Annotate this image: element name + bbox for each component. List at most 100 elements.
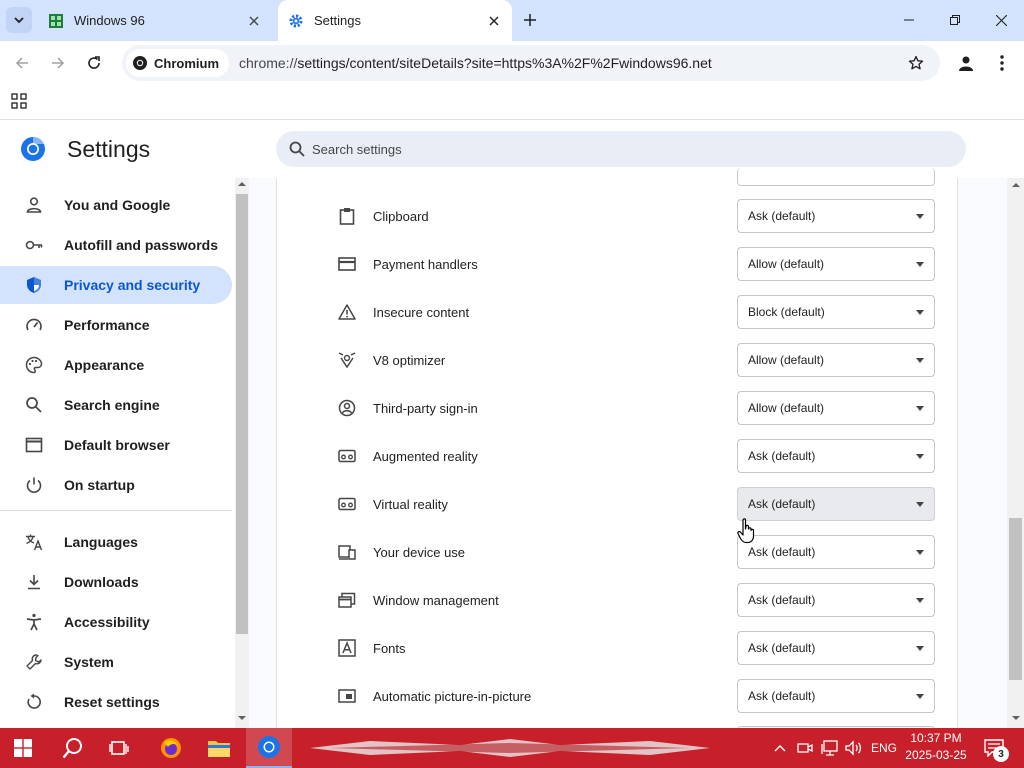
search-icon: [24, 395, 44, 415]
maximize-button[interactable]: [932, 0, 978, 40]
back-button[interactable]: [8, 49, 36, 77]
palette-icon: [24, 355, 44, 375]
permission-select[interactable]: Block (default): [737, 295, 935, 329]
close-tab-button[interactable]: [484, 11, 504, 31]
sidebar-item-you-and-google[interactable]: You and Google: [0, 186, 232, 224]
permission-label: Your device use: [373, 544, 466, 560]
sidebar-scrollbar-thumb[interactable]: [236, 194, 248, 634]
language-indicator[interactable]: ENG: [871, 728, 897, 768]
scroll-up-arrow-icon[interactable]: [1011, 182, 1021, 188]
permission-row-v8-optimizer: V8 optimizer Allow (default): [277, 336, 957, 384]
chromium-logo-icon: [21, 136, 45, 161]
permission-select[interactable]: Ask (default): [737, 583, 935, 617]
windows96-favicon: [48, 13, 64, 29]
sidebar-item-performance[interactable]: Performance: [0, 306, 232, 344]
volume-icon[interactable]: [844, 728, 864, 768]
browser-toolbar: Chromium chrome://settings/content/siteD…: [0, 41, 1024, 85]
show-hidden-icons-button[interactable]: [771, 728, 789, 768]
sidebar-item-privacy[interactable]: Privacy and security: [0, 266, 232, 304]
sidebar-item-languages[interactable]: Languages: [0, 523, 232, 561]
arrow-right-icon: [52, 57, 65, 69]
sidebar-item-search-engine[interactable]: Search engine: [0, 386, 232, 424]
chromium-icon: [133, 56, 147, 70]
sidebar-item-appearance[interactable]: Appearance: [0, 346, 232, 384]
permission-select[interactable]: Ask (default): [737, 487, 935, 521]
permission-select[interactable]: Allow (default): [737, 391, 935, 425]
close-window-button[interactable]: [978, 0, 1024, 40]
permission-row-third-party-sign-in: Third-party sign-in Allow (default): [277, 384, 957, 432]
bookmark-star-button[interactable]: [902, 49, 930, 77]
profile-button[interactable]: [952, 49, 980, 77]
content-scrollbar-thumb[interactable]: [1009, 518, 1022, 680]
close-tab-button[interactable]: [244, 11, 264, 31]
v8-icon: [337, 350, 357, 370]
scroll-up-arrow-icon[interactable]: [237, 181, 247, 187]
tab-search-button[interactable]: [6, 7, 32, 33]
chevron-up-icon: [774, 745, 786, 752]
forward-button[interactable]: [44, 49, 72, 77]
sidebar-item-on-startup[interactable]: On startup: [0, 466, 232, 504]
speedometer-icon: [24, 315, 44, 335]
font-icon: [337, 638, 357, 658]
apps-button[interactable]: [11, 93, 27, 109]
scroll-down-arrow-icon[interactable]: [237, 715, 247, 721]
address-bar[interactable]: Chromium chrome://settings/content/siteD…: [122, 45, 940, 81]
previous-select-partial[interactable]: [737, 168, 935, 186]
permission-row-clipboard: Clipboard Ask (default): [277, 192, 957, 240]
permission-select[interactable]: Allow (default): [737, 343, 935, 377]
picture-in-picture-icon: [337, 686, 357, 706]
sidebar-item-label: On startup: [64, 477, 135, 493]
permission-row-fonts: Fonts Ask (default): [277, 624, 957, 672]
notification-center-button[interactable]: 3: [980, 728, 1009, 768]
site-info-chip[interactable]: Chromium: [126, 49, 229, 77]
permission-label: Virtual reality: [373, 496, 448, 512]
select-value: Ask (default): [748, 545, 816, 559]
network-icon[interactable]: [820, 728, 840, 768]
new-tab-button[interactable]: [518, 8, 542, 32]
sidebar-item-downloads[interactable]: Downloads: [0, 563, 232, 601]
permission-select[interactable]: Ask (default): [737, 439, 935, 473]
select-value: Ask (default): [748, 689, 816, 703]
clipboard-icon: [337, 206, 357, 226]
sidebar-item-reset[interactable]: Reset settings: [0, 683, 232, 721]
url-text[interactable]: chrome://settings/content/siteDetails?si…: [239, 55, 902, 71]
permission-select[interactable]: Allow (default): [737, 247, 935, 281]
permission-row-insecure-content: Insecure content Block (default): [277, 288, 957, 336]
dropdown-caret-icon: [916, 405, 924, 411]
permission-select[interactable]: Ask (default): [737, 535, 935, 569]
tab-settings[interactable]: Settings: [278, 0, 512, 41]
scroll-down-arrow-icon[interactable]: [1011, 715, 1021, 721]
menu-button[interactable]: [988, 49, 1016, 77]
minimize-button[interactable]: [886, 0, 932, 40]
tab-title: Windows 96: [74, 13, 145, 28]
sidebar-item-default-browser[interactable]: Default browser: [0, 426, 232, 464]
star-icon: [908, 55, 924, 70]
meet-now-icon[interactable]: [796, 728, 814, 768]
permission-select[interactable]: Ask (default): [737, 679, 935, 713]
warning-icon: [337, 302, 357, 322]
minimize-icon: [904, 19, 914, 21]
permission-select[interactable]: Ask (default): [737, 631, 935, 665]
sidebar-item-system[interactable]: System: [0, 643, 232, 681]
power-icon: [24, 475, 44, 495]
sidebar-item-label: Reset settings: [64, 694, 160, 710]
clock-date: 2025-03-25: [905, 748, 967, 762]
sidebar-item-label: Autofill and passwords: [64, 237, 219, 253]
permission-label: Fonts: [373, 640, 406, 656]
permission-label: Clipboard: [373, 208, 429, 224]
taskbar-clock[interactable]: 10:37 PM 2025-03-25: [902, 730, 970, 764]
permission-label: V8 optimizer: [373, 352, 446, 368]
sidebar-item-accessibility[interactable]: Accessibility: [0, 603, 232, 641]
permission-label: Insecure content: [373, 304, 470, 320]
permission-select[interactable]: Ask (default): [737, 199, 935, 233]
permission-label: Window management: [373, 592, 499, 608]
dropdown-caret-icon: [916, 645, 924, 651]
select-value: Allow (default): [748, 257, 825, 271]
search-input[interactable]: [310, 140, 914, 158]
tab-windows96[interactable]: Windows 96: [38, 0, 272, 41]
sidebar-item-autofill[interactable]: Autofill and passwords: [0, 226, 232, 264]
reload-button[interactable]: [80, 49, 108, 77]
system-tray: ENG 10:37 PM 2025-03-25 3: [0, 728, 1024, 768]
settings-search[interactable]: [276, 131, 966, 167]
sidebar-item-label: Languages: [64, 534, 138, 550]
